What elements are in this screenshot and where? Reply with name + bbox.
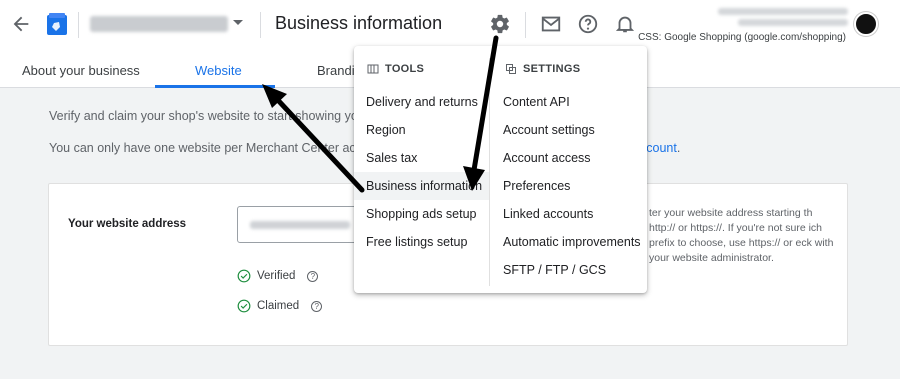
menu-item-sftp-ftp-gcs[interactable]: SFTP / FTP / GCS <box>491 256 641 284</box>
website-address-input[interactable] <box>237 206 367 243</box>
punctuation: . <box>676 141 681 155</box>
intro-text: Verify and claim your shop's website to … <box>49 109 369 123</box>
website-limit-text-main: You can only have one website per Mercha… <box>49 141 376 155</box>
menu-item-linked-accounts[interactable]: Linked accounts <box>491 200 641 228</box>
tools-settings-menu: TOOLS SETTINGS Delivery and returns Regi… <box>354 46 647 293</box>
help-circle-icon[interactable]: ? <box>311 300 323 312</box>
tab-website[interactable]: Website <box>195 63 242 78</box>
claimed-status: Claimed ? <box>237 299 323 313</box>
divider <box>260 12 261 38</box>
page-title: Business information <box>275 13 443 33</box>
merchant-center-logo[interactable] <box>46 12 68 36</box>
help-circle-icon[interactable]: ? <box>307 270 319 282</box>
tools-icon <box>367 64 379 74</box>
menu-item-account-access[interactable]: Account access <box>491 144 641 172</box>
menu-item-content-api[interactable]: Content API <box>491 88 641 116</box>
divider <box>78 12 79 38</box>
menu-item-shopping-ads-setup[interactable]: Shopping ads setup <box>354 200 489 228</box>
mail-icon[interactable] <box>540 13 562 35</box>
back-arrow-icon[interactable] <box>10 13 32 35</box>
css-label: CSS: Google Shopping (google.com/shoppin… <box>638 32 846 43</box>
website-limit-text: You can only have one website per Mercha… <box>49 141 376 155</box>
menu-item-sales-tax[interactable]: Sales tax <box>354 144 489 172</box>
menu-item-delivery-and-returns[interactable]: Delivery and returns <box>354 88 489 116</box>
tab-branding[interactable]: Brandi <box>317 63 355 78</box>
account-dropdown-icon[interactable] <box>233 20 243 25</box>
bell-icon[interactable] <box>614 13 636 35</box>
check-circle-icon <box>237 269 251 283</box>
menu-item-business-information[interactable]: Business information <box>354 172 489 200</box>
tab-about-your-business[interactable]: About your business <box>22 63 140 78</box>
settings-heading-label: SETTINGS <box>523 63 581 75</box>
divider <box>525 12 526 38</box>
claimed-label: Claimed <box>257 300 300 312</box>
url-value-redacted <box>250 221 350 229</box>
settings-icon <box>506 64 516 74</box>
settings-heading: SETTINGS <box>505 63 580 75</box>
website-address-label: Your website address <box>68 218 187 230</box>
gear-icon[interactable] <box>489 13 511 35</box>
tools-heading-label: TOOLS <box>385 63 425 75</box>
active-tab-indicator <box>155 85 275 88</box>
account-name-redacted[interactable] <box>90 16 228 32</box>
avatar[interactable] <box>854 12 878 36</box>
arrow-to-website-tab <box>262 84 365 193</box>
tools-heading: TOOLS <box>367 63 424 75</box>
menu-item-preferences[interactable]: Preferences <box>491 172 641 200</box>
menu-item-account-settings[interactable]: Account settings <box>491 116 641 144</box>
website-hint-text: ter your website address starting th htt… <box>649 207 834 264</box>
verified-label: Verified <box>257 270 296 282</box>
account-email-redacted <box>698 6 848 26</box>
help-icon[interactable] <box>577 13 599 35</box>
menu-divider <box>489 58 490 286</box>
check-circle-icon <box>237 299 251 313</box>
menu-item-region[interactable]: Region <box>354 116 489 144</box>
verified-status: Verified ? <box>237 269 319 283</box>
top-bar: Business information CSS: Google Shoppin… <box>0 0 900 50</box>
menu-item-automatic-improvements[interactable]: Automatic improvements <box>491 228 646 256</box>
menu-item-free-listings-setup[interactable]: Free listings setup <box>354 228 489 256</box>
